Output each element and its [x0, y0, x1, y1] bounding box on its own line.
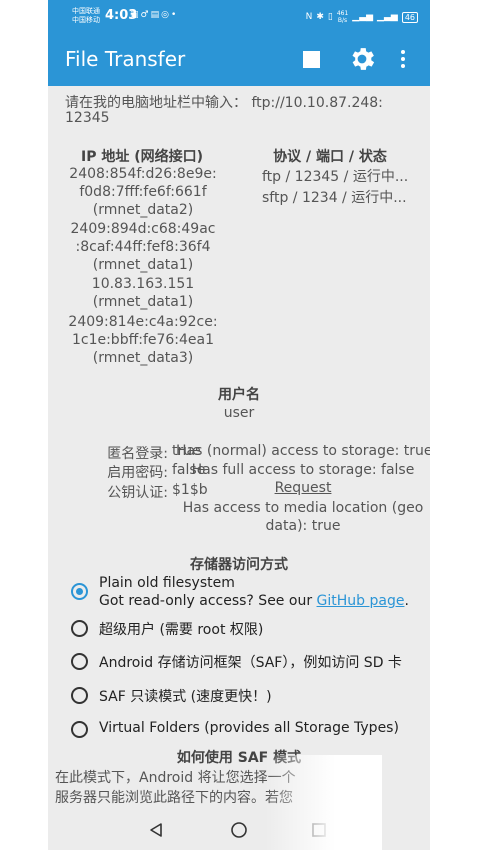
- radio-saf-readonly[interactable]: [71, 687, 88, 704]
- username-value: user: [223, 405, 255, 421]
- notification-icons: ▣♂▤◎•: [130, 10, 178, 20]
- setting-label: 匿名登录:: [107, 446, 168, 462]
- bluetooth-icon: ✱: [316, 12, 324, 22]
- main-content: 请在我的电脑地址栏中输入： ftp://10.10.87.248: 12345 …: [48, 86, 430, 808]
- ip-line: (rmnet_data1): [92, 257, 194, 273]
- gear-icon[interactable]: [347, 44, 377, 74]
- net-speed-value: 461: [336, 10, 349, 17]
- system-icons: N ✱ ▯ 461 B/s ▁▃▅ ▁▃▅ 46: [306, 10, 418, 24]
- ip-line: 1c1e:bbff:fe76:4ea1: [71, 332, 215, 348]
- access-line: Has full access to storage: false: [191, 462, 415, 478]
- ip-line: 2409:814e:c4a:92ce:: [68, 314, 218, 330]
- saf-text: 服务器只能浏览此路径下的内容。若您: [55, 790, 293, 806]
- ip-line: 2409:894d:c68:49ac: [70, 221, 216, 237]
- notification-icon: ◎: [161, 10, 171, 20]
- radio-root[interactable]: [71, 620, 88, 637]
- stop-icon[interactable]: [303, 51, 320, 68]
- notification-icon: ♂: [140, 10, 151, 20]
- radio-virtual-folders[interactable]: [71, 721, 88, 738]
- signal-icon: ▁▃▅: [352, 12, 374, 22]
- option-sub-prefix: Got read-only access? See our: [99, 593, 317, 609]
- ip-line: 2408:854f:d26:8e9e:: [69, 166, 217, 182]
- option-label[interactable]: Plain old filesystem: [99, 575, 235, 591]
- home-icon[interactable]: [230, 821, 248, 839]
- access-line: Has (normal) access to storage: true: [176, 443, 430, 459]
- setting-label: 启用密码:: [107, 465, 168, 481]
- status-bar: 中国联通 中国移动 4:03 ▣♂▤◎• N ✱ ▯ 461 B/s ▁▃▅ ▁…: [48, 0, 430, 34]
- carrier-1: 中国联通: [72, 7, 100, 15]
- carrier-info: 中国联通 中国移动: [72, 7, 100, 25]
- access-line: Has access to media location (geo: [182, 500, 424, 516]
- notification-icon: ▣: [130, 10, 141, 20]
- option-label[interactable]: 超级用户 (需要 root 权限): [99, 619, 263, 639]
- vibrate-icon: ▯: [327, 12, 333, 22]
- setting-label: 公钥认证:: [107, 485, 168, 501]
- option-label[interactable]: Android 存储访问框架（SAF），例如访问 SD 卡: [99, 652, 402, 672]
- option-label[interactable]: SAF 只读模式 (速度更快！): [99, 686, 272, 706]
- app-bar: File Transfer: [48, 34, 430, 86]
- access-line: data): true: [265, 518, 341, 534]
- notification-icon: ▤: [150, 10, 162, 20]
- battery-icon: 46: [401, 11, 418, 23]
- instruction-line-2: 12345: [65, 110, 110, 126]
- radio-saf[interactable]: [71, 653, 88, 670]
- ip-line: 10.83.163.151: [91, 276, 195, 292]
- app-title: File Transfer: [65, 47, 186, 71]
- ip-line: f0d8:7fff:fe6f:661f: [79, 184, 207, 200]
- ip-line: :8caf:44ff:fef8:36f4: [75, 239, 211, 255]
- more-vert-icon[interactable]: [400, 50, 406, 70]
- watermark-fade: [265, 755, 382, 850]
- request-link[interactable]: Request: [176, 480, 430, 496]
- instruction-line-1: 请在我的电脑地址栏中输入： ftp://10.10.87.248:: [65, 95, 383, 111]
- option-label[interactable]: Virtual Folders (provides all Storage Ty…: [99, 720, 399, 736]
- carrier-2: 中国移动: [72, 16, 100, 24]
- net-speed-unit: B/s: [337, 17, 348, 24]
- storage-header: 存储器访问方式: [190, 557, 288, 573]
- ip-line: (rmnet_data1): [92, 294, 194, 310]
- radio-plain-filesystem[interactable]: [71, 583, 88, 600]
- protocol-status: ftp / 12345 / 运行中...: [262, 169, 409, 185]
- ip-header: IP 地址 (网络接口): [80, 149, 203, 165]
- saf-text: 在此模式下，Android 将让您选择一个: [55, 770, 296, 786]
- back-icon[interactable]: [149, 822, 163, 838]
- notification-icon: •: [170, 10, 179, 20]
- phone-screen: 中国联通 中国移动 4:03 ▣♂▤◎• N ✱ ▯ 461 B/s ▁▃▅ ▁…: [48, 0, 430, 850]
- protocol-status: sftp / 1234 / 运行中...: [262, 190, 407, 206]
- option-sub-end: .: [404, 593, 409, 609]
- protocol-header: 协议 / 端口 / 状态: [273, 149, 387, 165]
- username-header: 用户名: [218, 387, 260, 403]
- signal-icon: ▁▃▅: [377, 12, 398, 22]
- net-speed: 461 B/s: [337, 10, 348, 24]
- ip-line: (rmnet_data3): [92, 350, 194, 366]
- option-sub-text: Got read-only access? See our GitHub pag…: [99, 593, 409, 609]
- nfc-icon: N: [305, 12, 313, 22]
- ip-line: (rmnet_data2): [92, 202, 194, 218]
- github-link[interactable]: GitHub page: [317, 593, 405, 609]
